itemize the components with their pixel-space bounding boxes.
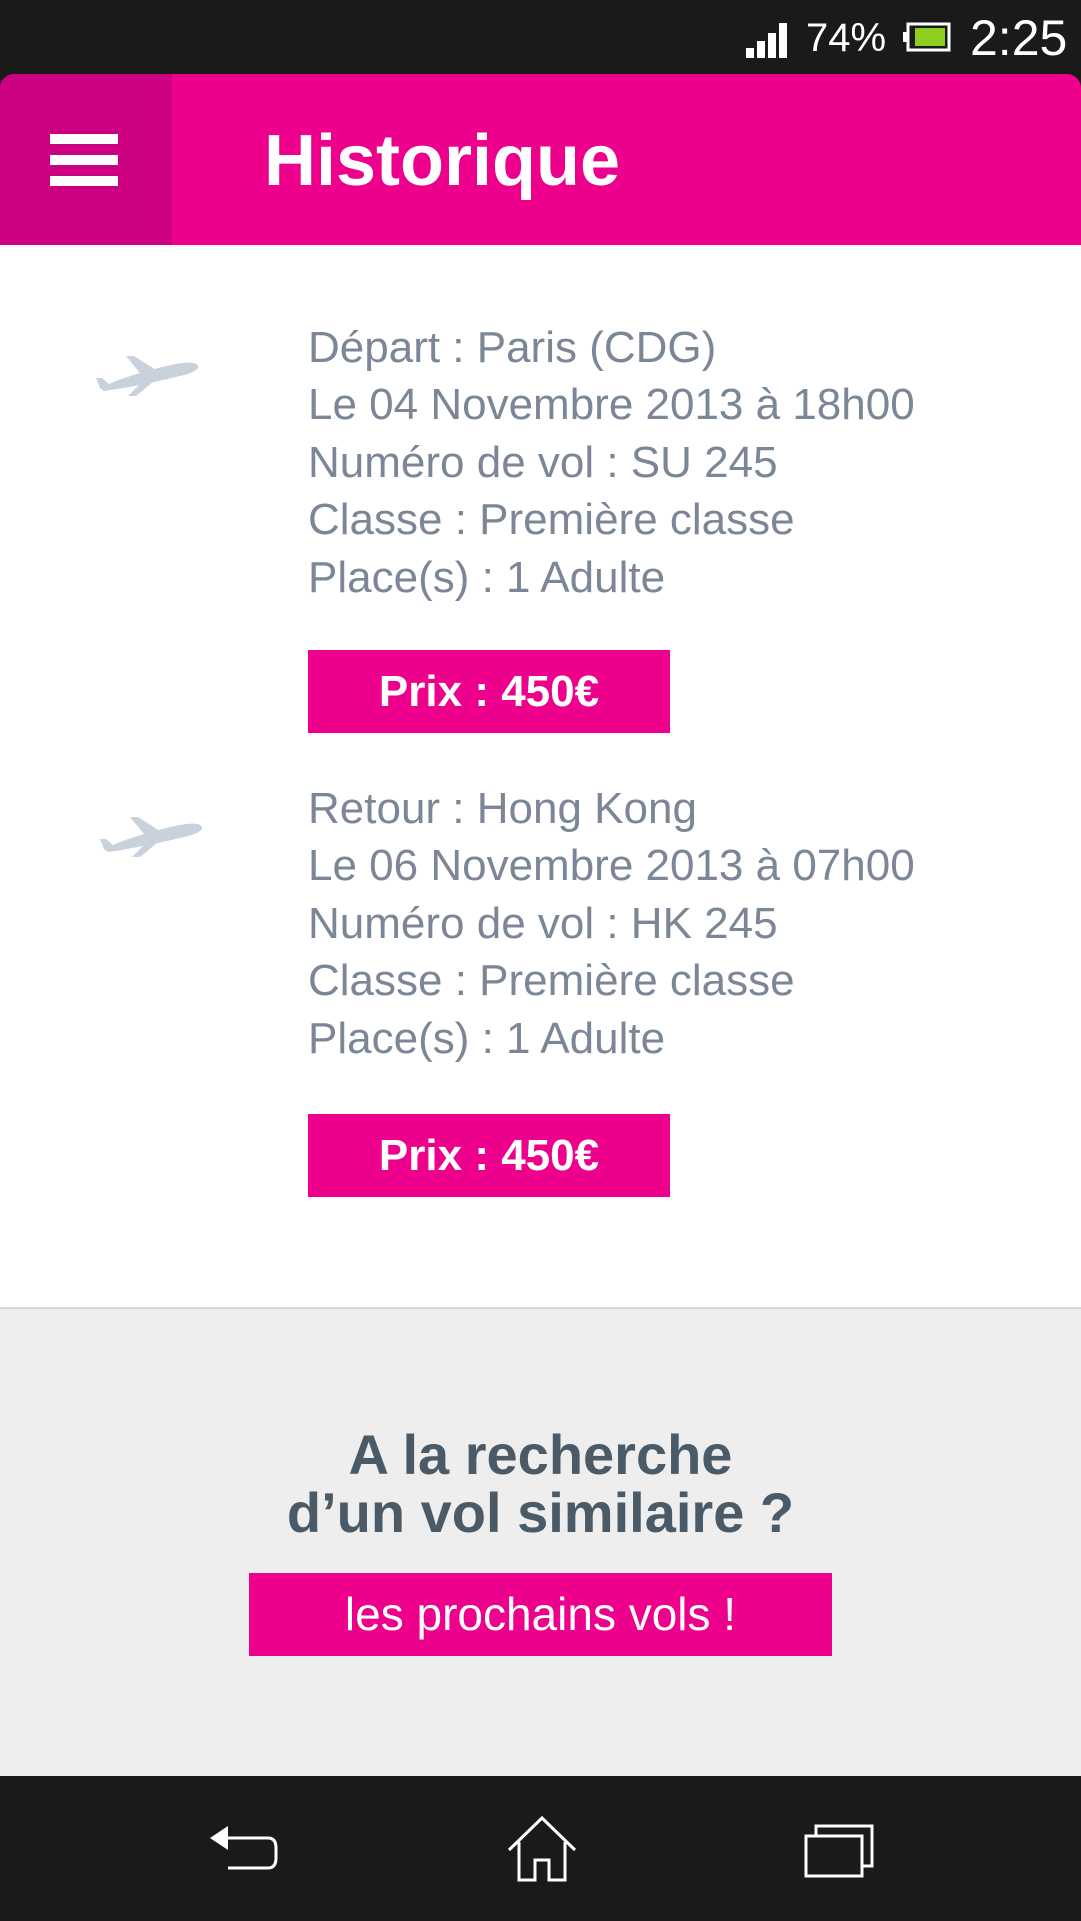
page-title: Historique — [264, 121, 621, 201]
clock: 2:25 — [970, 10, 1068, 66]
cta-title-line: A la recherche — [348, 1423, 733, 1486]
home-icon — [507, 1815, 577, 1882]
flight-origin: Retour : Hong Kong — [308, 784, 697, 833]
flight-class: Classe : Première classe — [308, 956, 795, 1005]
back-icon — [210, 1826, 278, 1870]
flight-history: Départ : Paris (CDG) Le 04 Novembre 2013… — [0, 245, 1081, 1309]
recent-apps-icon — [804, 1824, 874, 1878]
price-button[interactable]: Prix : 450€ — [308, 1114, 670, 1197]
system-nav-bar — [0, 1776, 1081, 1921]
flight-seats: Place(s) : 1 Adulte — [308, 553, 666, 602]
signal-icon — [746, 23, 787, 58]
airplane-icon — [96, 356, 199, 396]
next-flights-button[interactable]: les prochains vols ! — [249, 1573, 832, 1656]
airplane-icon — [100, 817, 203, 857]
flight-seats: Place(s) : 1 Adulte — [308, 1014, 666, 1063]
flight-origin: Départ : Paris (CDG) — [308, 323, 717, 372]
price-button[interactable]: Prix : 450€ — [308, 650, 670, 733]
battery-percentage: 74% — [806, 16, 887, 60]
flight-number: Numéro de vol : SU 245 — [308, 438, 778, 487]
recent-apps-button[interactable] — [762, 1776, 912, 1921]
flight-class: Classe : Première classe — [308, 495, 795, 544]
flight-number: Numéro de vol : HK 245 — [308, 899, 778, 948]
status-bar: 74% 2:25 — [0, 0, 1081, 74]
home-button[interactable] — [465, 1776, 615, 1921]
app-bar: Historique — [0, 74, 1081, 245]
battery-icon — [903, 22, 951, 52]
similar-flight-section: A la recherche d’un vol similaire ? les … — [0, 1309, 1081, 1776]
flight-date: Le 06 Novembre 2013 à 07h00 — [308, 841, 915, 890]
flight-date: Le 04 Novembre 2013 à 18h00 — [308, 380, 915, 429]
back-button[interactable] — [166, 1776, 316, 1921]
cta-title-line: d’un vol similaire ? — [286, 1481, 795, 1544]
menu-button[interactable] — [0, 74, 172, 245]
cta-title: A la recherche d’un vol similaire ? — [0, 1426, 1081, 1542]
